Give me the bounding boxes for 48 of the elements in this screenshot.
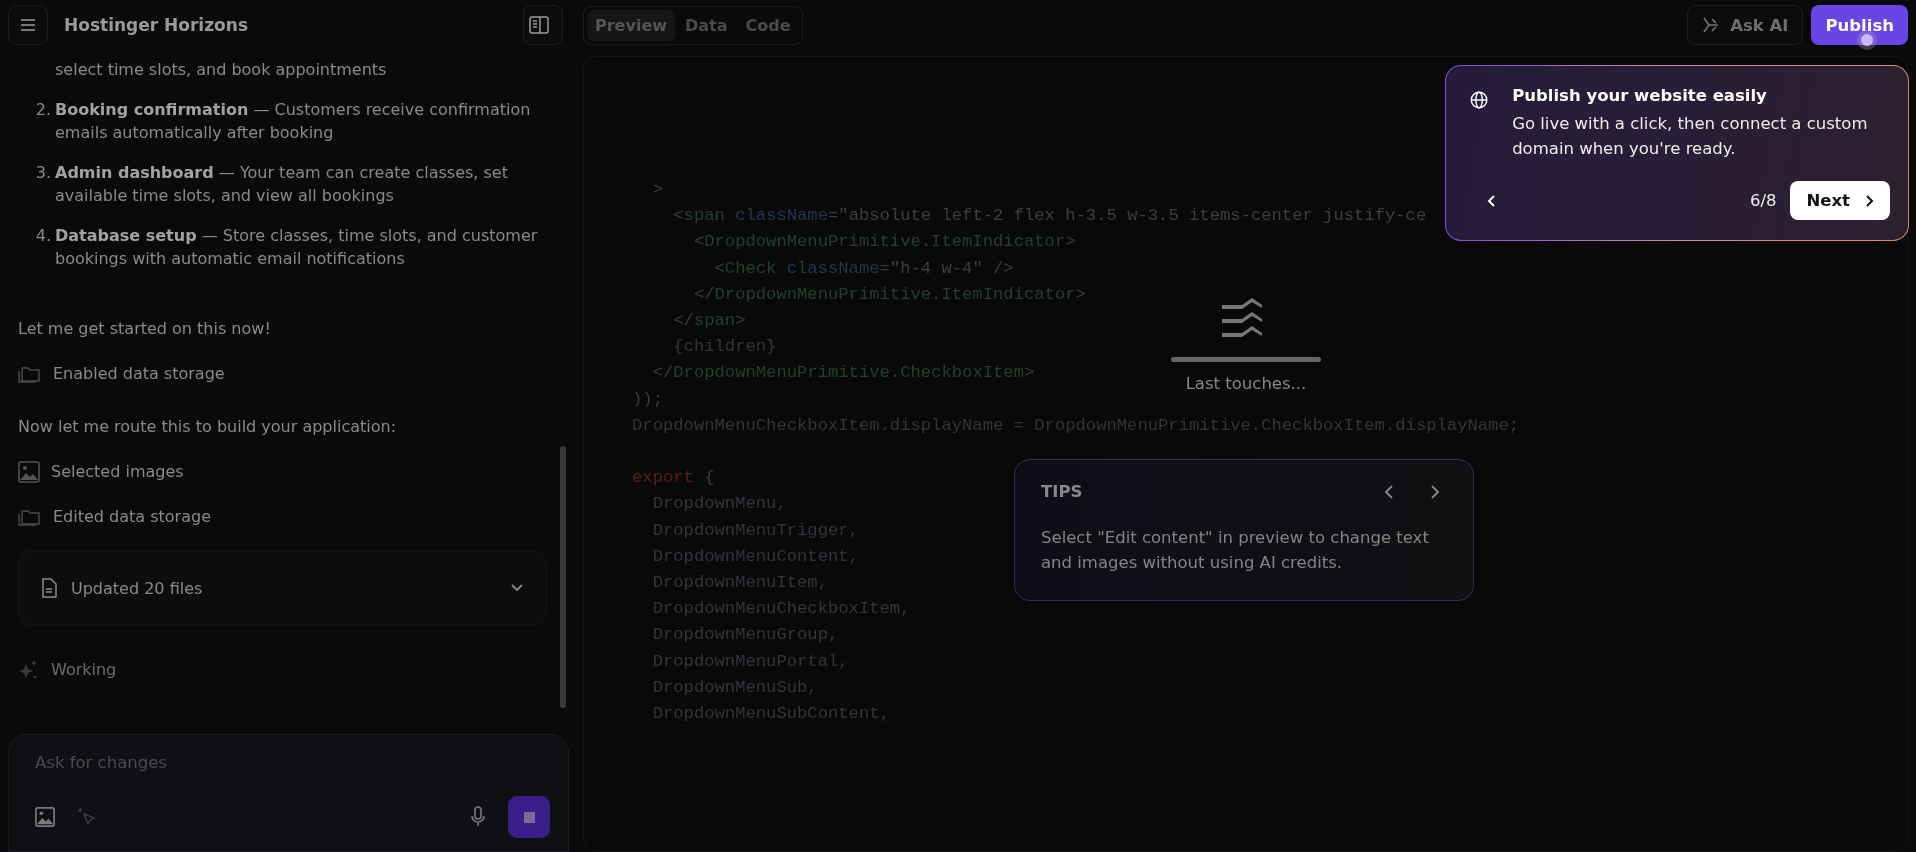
action-label: Enabled data storage [53, 363, 225, 385]
list-item-text: Database setup — Store classes, time slots, and customer bookings with automatic email notifications [55, 225, 539, 270]
view-tab[interactable]: Data [677, 9, 736, 41]
ask-ai-button[interactable]: Ask AI [1687, 5, 1804, 45]
loading-text: Last touches... [1185, 374, 1307, 393]
file-icon [41, 578, 57, 598]
tip-text: Select "Edit content" in preview to change text and images without using AI credits. [1041, 527, 1430, 574]
next-icon[interactable] [1429, 483, 1441, 500]
list-item-text: Admin dashboard — Your team can create classes, set available time slots, and view all bookings [55, 162, 509, 207]
menu-icon [20, 18, 36, 32]
action-label: Edited data storage [53, 506, 211, 528]
view-tab[interactable]: Preview [587, 9, 675, 41]
tips-title: TIPS [1041, 482, 1083, 501]
image-icon[interactable] [35, 807, 55, 827]
list-number: 4. [34, 225, 52, 247]
sidebar-panel-icon [529, 16, 549, 34]
files-card[interactable]: Updated 20 files [18, 550, 547, 626]
code-line: export { [632, 467, 715, 490]
chat-message: Let me get started on this now! [18, 318, 272, 340]
chevron-right-icon [1864, 193, 1874, 208]
panel-toggle-button[interactable] [523, 5, 563, 45]
chat-message: Now let me route this to build your application: [18, 416, 398, 438]
next-button[interactable]: Next [1790, 181, 1890, 220]
scrollbar-thumb[interactable] [560, 446, 566, 708]
view-tab[interactable]: Code [737, 9, 799, 41]
status-text: Working [51, 659, 117, 681]
input-field[interactable]: Ask for changes [35, 753, 550, 772]
menu-button[interactable] [8, 5, 48, 45]
sparkle-burst-icon [1702, 16, 1721, 34]
microphone-icon[interactable] [470, 806, 486, 828]
back-icon[interactable] [1486, 192, 1498, 209]
list-item-text: select time slots, and book appointments [54, 59, 388, 81]
tour-text: Go live with a click, then connect a custom domain when you're ready. [1512, 113, 1869, 160]
stop-icon [523, 811, 535, 823]
action-label: Selected images [51, 461, 184, 483]
image-icon [18, 460, 40, 483]
app-title: Hostinger Horizons [64, 15, 248, 35]
previous-icon[interactable] [1383, 483, 1395, 500]
list-number: 2. [34, 99, 52, 121]
step-counter: 6/8 [1749, 191, 1777, 210]
code-line: )); [632, 388, 663, 411]
stop-button[interactable] [508, 796, 550, 838]
files-summary: Updated 20 files [71, 577, 204, 600]
code-line: > [651, 179, 663, 201]
list-item-text: Booking confirmation — Customers receive confirmation emails automatically after booking [55, 99, 532, 144]
tour-title: Publish your website easily [1512, 86, 1768, 105]
publish-button[interactable]: Publish [1811, 5, 1908, 45]
list-number: 3. [34, 162, 52, 184]
